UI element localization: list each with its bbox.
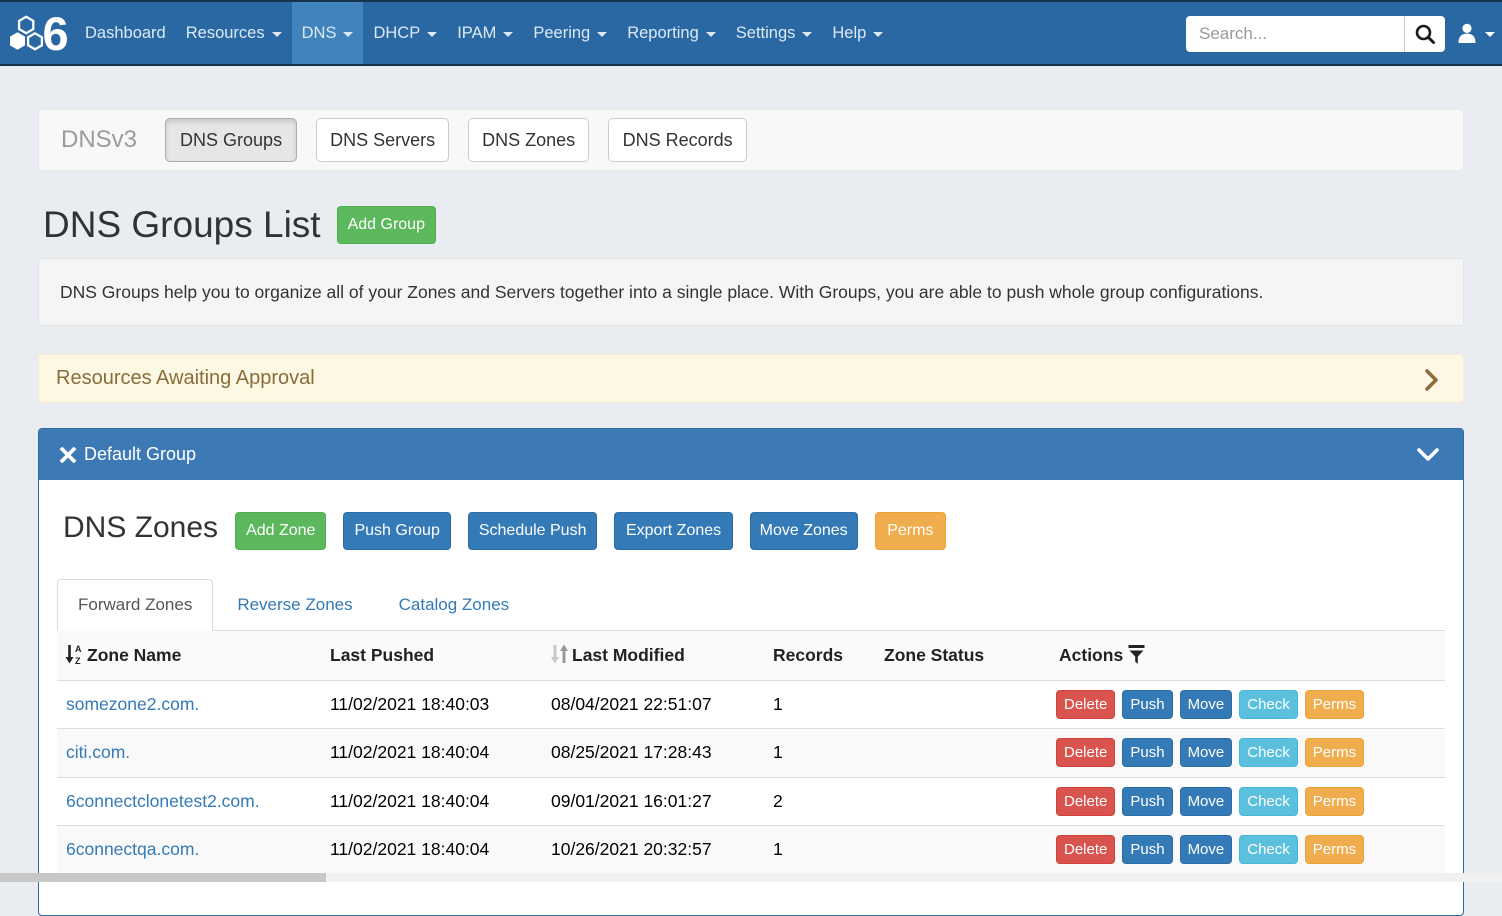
svg-text:Z: Z [75, 656, 81, 664]
svg-text:A: A [75, 644, 82, 654]
svg-text:6: 6 [43, 7, 69, 52]
